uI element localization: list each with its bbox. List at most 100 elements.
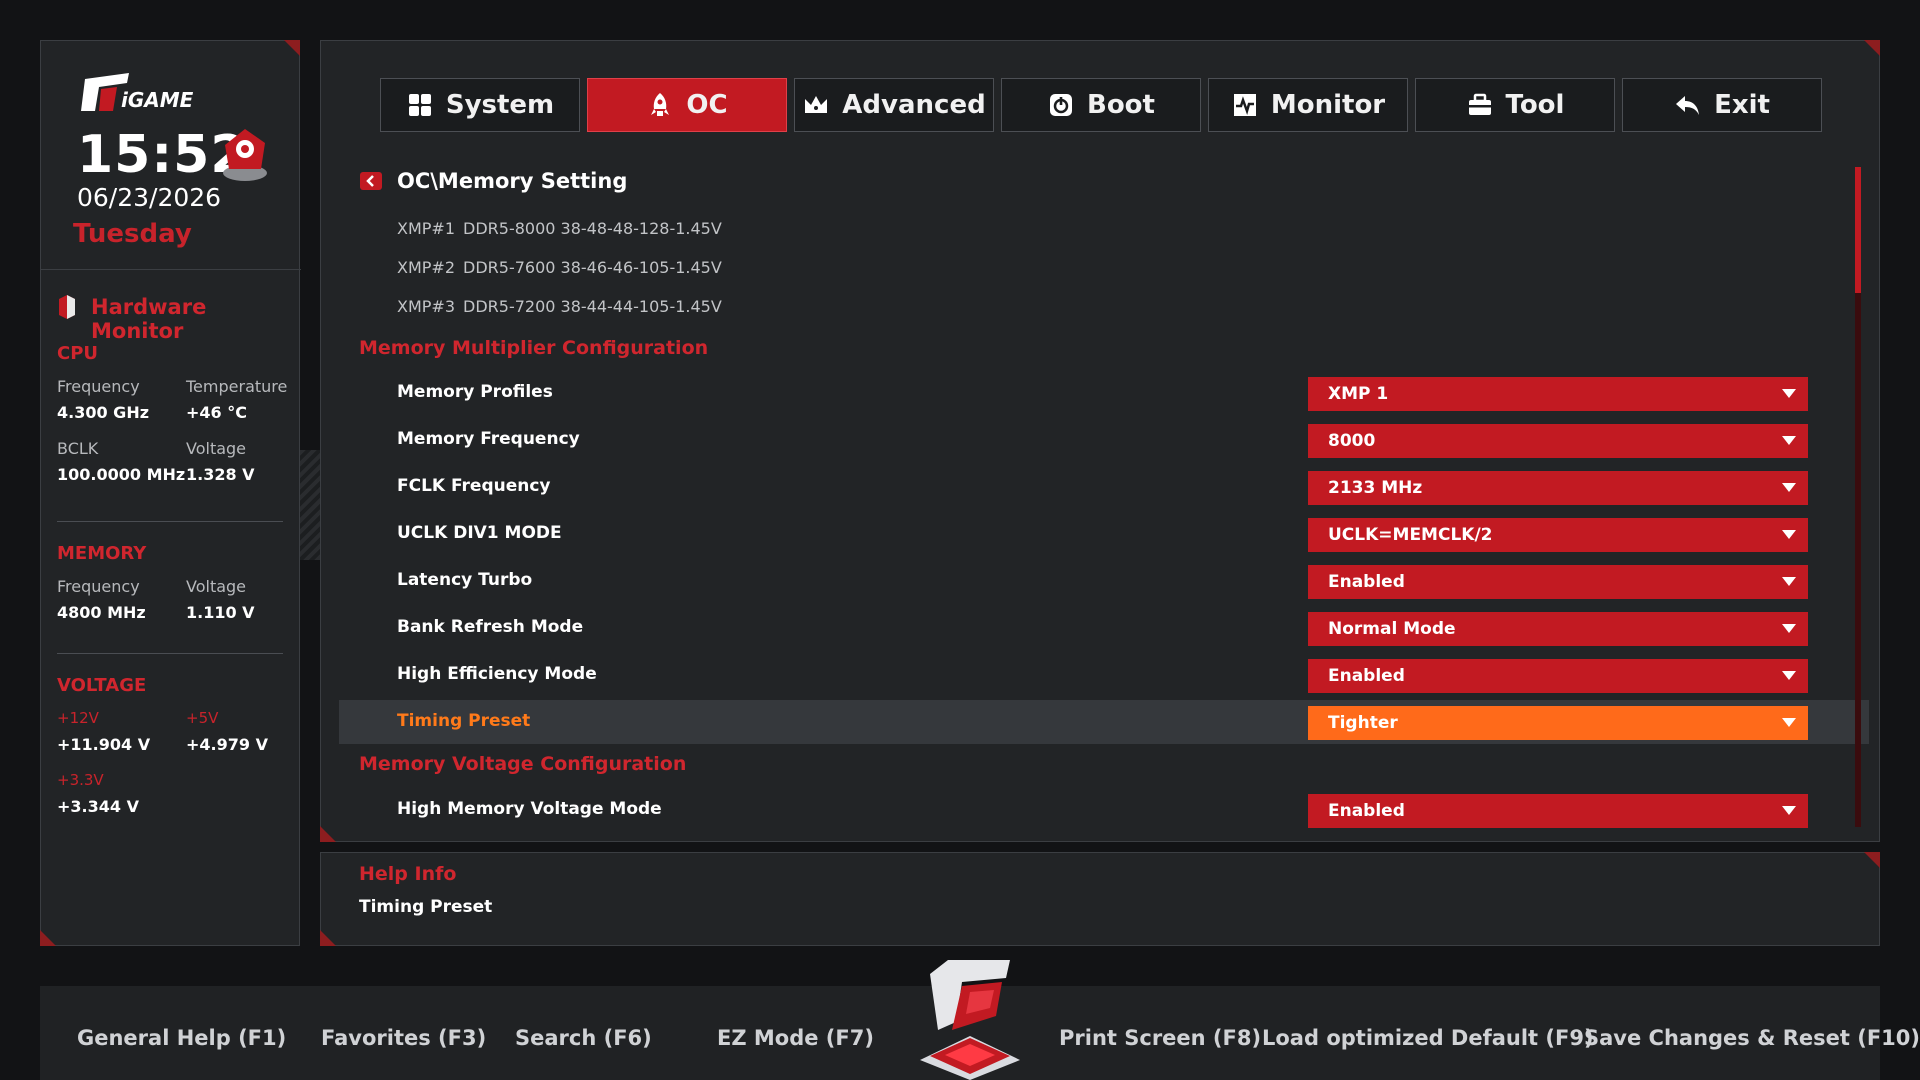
cpu-bclk-label: BCLK	[57, 439, 99, 458]
tab-label: Boot	[1087, 90, 1155, 120]
setting-row-fclk-frequency[interactable]: FCLK Frequency 2133 MHz	[339, 465, 1869, 509]
voltage-3v3-label: +3.3V	[57, 771, 104, 789]
xmp-profile-info: XMP#3 DDR5-7200 38-44-44-105-1.45V	[397, 297, 722, 316]
left-info-panel: iGAME 15:52 06/23/2026 Tuesday Hardware …	[40, 40, 301, 946]
memory-title: MEMORY	[57, 543, 147, 564]
igame-emblem-icon	[920, 960, 1020, 1080]
tab-tool[interactable]: Tool	[1415, 78, 1615, 132]
high-memory-voltage-mode-dropdown[interactable]: Enabled	[1308, 794, 1808, 828]
cpu-frequency-label: Frequency	[57, 377, 140, 396]
hardware-monitor-icon	[59, 295, 75, 319]
setting-label: Bank Refresh Mode	[397, 617, 584, 637]
voltage-5v-label: +5V	[186, 709, 219, 727]
setting-label: High Memory Voltage Mode	[397, 799, 662, 819]
dropdown-value: Enabled	[1328, 572, 1405, 592]
main-settings-panel: System OC Advanced Boot Monitor Tool Exi…	[320, 40, 1880, 842]
memory-frequency-label: Frequency	[57, 577, 140, 596]
cpu-temperature-label: Temperature	[186, 377, 288, 396]
memory-profiles-dropdown[interactable]: XMP 1	[1308, 377, 1808, 411]
tab-label: Exit	[1714, 90, 1770, 120]
xmp-value: DDR5-7200 38-44-44-105-1.45V	[463, 297, 722, 316]
load-optimized-default-button[interactable]: Load optimized Default (F9)	[1262, 1026, 1594, 1050]
setting-label: Memory Profiles	[397, 382, 553, 402]
general-help-button[interactable]: General Help (F1)	[77, 1026, 286, 1050]
help-info-panel: Help Info Timing Preset	[320, 852, 1880, 946]
cpu-bclk-value: 100.0000 MHz	[57, 465, 186, 484]
memory-frequency-dropdown[interactable]: 8000	[1308, 424, 1808, 458]
memory-voltage-label: Voltage	[186, 577, 247, 596]
back-diamond-icon[interactable]	[359, 170, 383, 192]
setting-row-timing-preset[interactable]: Timing Preset Tighter	[339, 700, 1869, 744]
chevron-down-icon	[1782, 806, 1796, 815]
toolbox-icon	[1468, 93, 1491, 115]
crown-icon	[805, 96, 828, 113]
divider	[57, 653, 283, 654]
tab-label: Tool	[1505, 90, 1565, 120]
xmp-value: DDR5-7600 38-46-46-105-1.45V	[463, 258, 722, 277]
clock-day: Tuesday	[73, 219, 192, 249]
chevron-down-icon	[1782, 718, 1796, 727]
divider	[41, 269, 301, 270]
ez-mode-button[interactable]: EZ Mode (F7)	[717, 1026, 874, 1050]
tab-oc[interactable]: OC	[587, 78, 787, 132]
chevron-down-icon	[1782, 389, 1796, 398]
voltage-title: VOLTAGE	[57, 675, 147, 696]
decorative-stripes	[300, 450, 320, 560]
voltage-5v-value: +4.979 V	[186, 735, 268, 754]
favorites-button[interactable]: Favorites (F3)	[321, 1026, 486, 1050]
voltage-3v3-value: +3.344 V	[57, 797, 139, 816]
fclk-frequency-dropdown[interactable]: 2133 MHz	[1308, 471, 1808, 505]
tab-label: Monitor	[1270, 90, 1386, 120]
setting-row-latency-turbo[interactable]: Latency Turbo Enabled	[339, 559, 1869, 603]
voltage-12v-value: +11.904 V	[57, 735, 151, 754]
scrollbar[interactable]	[1855, 167, 1861, 827]
latency-turbo-dropdown[interactable]: Enabled	[1308, 565, 1808, 599]
xmp-profile-info: XMP#1 DDR5-8000 38-48-48-128-1.45V	[397, 219, 722, 238]
timing-preset-dropdown[interactable]: Tighter	[1308, 706, 1808, 740]
hardware-monitor-title: Hardware Monitor	[91, 295, 207, 343]
dropdown-value: Enabled	[1328, 666, 1405, 686]
dropdown-value: Tighter	[1328, 713, 1398, 733]
dropdown-value: UCLK=MEMCLK/2	[1328, 525, 1493, 545]
tab-label: Advanced	[842, 90, 986, 120]
search-button[interactable]: Search (F6)	[515, 1026, 652, 1050]
setting-label: Memory Frequency	[397, 429, 580, 449]
tab-label: System	[445, 90, 555, 120]
setting-row-memory-frequency[interactable]: Memory Frequency 8000	[339, 418, 1869, 462]
setting-row-high-memory-voltage-mode[interactable]: High Memory Voltage Mode Enabled	[339, 788, 1869, 832]
tab-exit[interactable]: Exit	[1622, 78, 1822, 132]
high-efficiency-mode-dropdown[interactable]: Enabled	[1308, 659, 1808, 693]
back-arrow-icon	[1676, 96, 1700, 115]
uclk-div1-mode-dropdown[interactable]: UCLK=MEMCLK/2	[1308, 518, 1808, 552]
chevron-down-icon	[1782, 530, 1796, 539]
mascot-icon	[223, 129, 267, 181]
scrollbar-thumb[interactable]	[1855, 167, 1861, 293]
help-text: Timing Preset	[359, 897, 493, 917]
cpu-voltage-label: Voltage	[186, 439, 247, 458]
setting-label: UCLK DIV1 MODE	[397, 523, 562, 543]
clock-date: 06/23/2026	[77, 183, 222, 212]
help-title: Help Info	[359, 863, 457, 885]
xmp-tag: XMP#1	[397, 219, 455, 238]
tab-boot[interactable]: Boot	[1001, 78, 1201, 132]
setting-row-high-efficiency-mode[interactable]: High Efficiency Mode Enabled	[339, 653, 1869, 697]
tab-system[interactable]: System	[380, 78, 580, 132]
setting-row-uclk-div1-mode[interactable]: UCLK DIV1 MODE UCLK=MEMCLK/2	[339, 512, 1869, 556]
setting-row-bank-refresh-mode[interactable]: Bank Refresh Mode Normal Mode	[339, 606, 1869, 650]
tab-advanced[interactable]: Advanced	[794, 78, 994, 132]
rocket-icon	[651, 93, 670, 116]
breadcrumb: OC\Memory Setting	[359, 169, 627, 193]
igame-logo: iGAME	[81, 73, 194, 112]
cpu-title: CPU	[57, 343, 99, 364]
bank-refresh-mode-dropdown[interactable]: Normal Mode	[1308, 612, 1808, 646]
dropdown-value: 2133 MHz	[1328, 478, 1423, 498]
svg-text:iGAME: iGAME	[121, 88, 194, 112]
save-changes-reset-button[interactable]: Save Changes & Reset (F10)	[1584, 1026, 1920, 1050]
print-screen-button[interactable]: Print Screen (F8)	[1059, 1026, 1261, 1050]
setting-label: Timing Preset	[397, 711, 531, 731]
setting-row-memory-profiles[interactable]: Memory Profiles XMP 1	[339, 371, 1869, 415]
setting-label: High Efficiency Mode	[397, 664, 597, 684]
tab-monitor[interactable]: Monitor	[1208, 78, 1408, 132]
xmp-profile-info: XMP#2 DDR5-7600 38-46-46-105-1.45V	[397, 258, 722, 277]
dropdown-value: XMP 1	[1328, 384, 1389, 404]
